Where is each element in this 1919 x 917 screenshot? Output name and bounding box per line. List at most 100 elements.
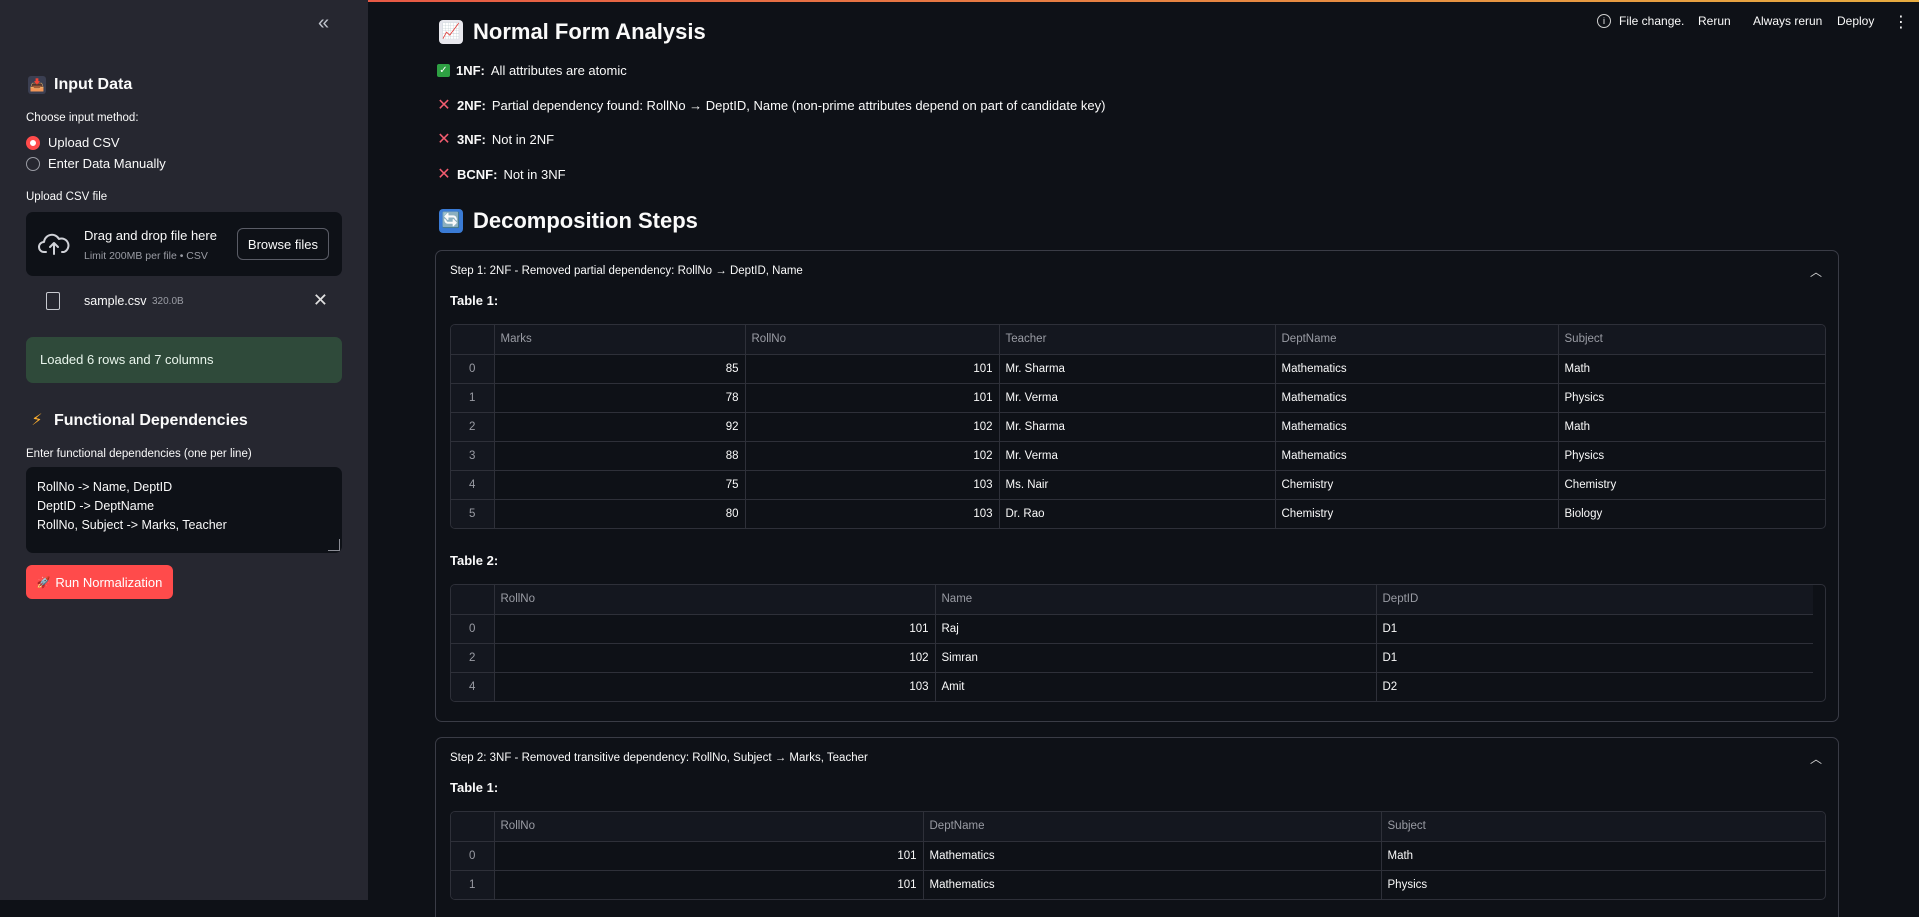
table-cell[interactable]: Math bbox=[1381, 841, 1825, 871]
remove-file-icon[interactable]: ✕ bbox=[313, 290, 328, 311]
table-cell[interactable]: Mathematics bbox=[1275, 412, 1559, 442]
table-cell[interactable]: 102 bbox=[745, 412, 1000, 442]
table-cell[interactable]: Physics bbox=[1558, 383, 1825, 413]
chevron-up-icon[interactable]: ︿ bbox=[1810, 750, 1822, 767]
run-normalization-button[interactable]: 🚀 Run Normalization bbox=[26, 565, 173, 599]
table-cell[interactable]: Physics bbox=[1381, 870, 1825, 899]
table-cell[interactable]: 101 bbox=[745, 354, 1000, 384]
table-cell[interactable]: 88 bbox=[494, 441, 746, 471]
table-cell[interactable]: 101 bbox=[494, 870, 924, 899]
table-cell[interactable]: Mr. Verma bbox=[999, 383, 1276, 413]
table-cell[interactable]: Raj bbox=[935, 614, 1377, 644]
radio-selected-icon[interactable] bbox=[26, 135, 40, 150]
table1-title: Table 1: bbox=[450, 780, 499, 795]
column-header[interactable]: Name bbox=[935, 585, 1377, 615]
step2-table1[interactable]: RollNo DeptName Subject 0 101 Mathematics M… bbox=[450, 811, 1826, 900]
nf1-result: ✓ 1NF: All attributes are atomic bbox=[437, 63, 627, 78]
functional-dependencies-heading: ⚡ Functional Dependencies bbox=[28, 412, 247, 430]
chevron-up-icon[interactable]: ︿ bbox=[1810, 263, 1822, 280]
radio-label: Upload CSV bbox=[48, 135, 120, 150]
column-header[interactable]: Marks bbox=[494, 325, 746, 355]
info-icon: i bbox=[1597, 14, 1611, 28]
table-cell[interactable]: 92 bbox=[494, 412, 746, 442]
table-cell[interactable]: D1 bbox=[1376, 614, 1813, 644]
file-size: 320.0B bbox=[152, 296, 184, 307]
table-cell[interactable]: 78 bbox=[494, 383, 746, 413]
inbox-tray-icon: 📥 bbox=[28, 76, 46, 94]
index-header bbox=[451, 585, 495, 615]
table-row: 4 75 103 Ms. Nair Chemistry Chemistry bbox=[451, 470, 1825, 500]
table-cell[interactable]: D1 bbox=[1376, 643, 1813, 673]
table-cell[interactable]: Math bbox=[1558, 354, 1825, 384]
table-cell[interactable]: 103 bbox=[745, 470, 1000, 500]
table-cell[interactable]: D2 bbox=[1376, 672, 1813, 701]
always-rerun-button[interactable]: Always rerun bbox=[1753, 14, 1822, 28]
row-index: 1 bbox=[451, 870, 495, 899]
table-cell[interactable]: Dr. Rao bbox=[999, 499, 1276, 528]
table-cell[interactable]: 75 bbox=[494, 470, 746, 500]
column-header[interactable]: Teacher bbox=[999, 325, 1276, 355]
step1-table2[interactable]: RollNo Name DeptID 0 101 Raj D1 2 102 Simran D… bbox=[450, 584, 1826, 702]
table-header-row: RollNo DeptName Subject bbox=[451, 812, 1825, 842]
deploy-button[interactable]: Deploy bbox=[1837, 14, 1874, 28]
table-cell[interactable]: Math bbox=[1558, 412, 1825, 442]
collapse-sidebar-icon[interactable]: « bbox=[318, 12, 329, 35]
file-change-notice: i File change. bbox=[1597, 14, 1684, 28]
uploaded-file-row: sample.csv 320.0B ✕ bbox=[26, 290, 342, 316]
step1-header[interactable]: Step 1: 2NF - Removed partial dependency… bbox=[450, 265, 803, 277]
browse-files-button[interactable]: Browse files bbox=[236, 228, 329, 260]
table-cell[interactable]: 85 bbox=[494, 354, 746, 384]
table-cell[interactable]: Mathematics bbox=[1275, 383, 1559, 413]
bcnf-result: ✕ BCNF: Not in 3NF bbox=[437, 167, 565, 183]
table-cell[interactable]: Mr. Sharma bbox=[999, 354, 1276, 384]
table-cell[interactable]: 103 bbox=[494, 672, 936, 701]
table-cell[interactable]: Chemistry bbox=[1275, 499, 1559, 528]
step2-header[interactable]: Step 2: 3NF - Removed transitive depende… bbox=[450, 752, 868, 764]
input-data-heading: 📥 Input Data bbox=[28, 76, 132, 94]
column-header[interactable]: DeptName bbox=[1275, 325, 1559, 355]
table-cell[interactable]: Physics bbox=[1558, 441, 1825, 471]
table-cell[interactable]: Chemistry bbox=[1558, 470, 1825, 500]
table-cell[interactable]: Mr. Sharma bbox=[999, 412, 1276, 442]
rerun-button[interactable]: Rerun bbox=[1698, 14, 1731, 28]
table-cell[interactable]: 80 bbox=[494, 499, 746, 528]
resize-handle-icon[interactable] bbox=[328, 539, 340, 551]
column-header[interactable]: DeptName bbox=[923, 812, 1382, 842]
nf2-key: 2NF: bbox=[457, 98, 486, 113]
column-header[interactable]: Subject bbox=[1381, 812, 1825, 842]
table-cell[interactable]: Biology bbox=[1558, 499, 1825, 528]
step1-table1[interactable]: Marks RollNo Teacher DeptName Subject 08… bbox=[450, 324, 1826, 529]
table-cell[interactable]: Amit bbox=[935, 672, 1377, 701]
table-cell[interactable]: Ms. Nair bbox=[999, 470, 1276, 500]
table-cell[interactable]: Mathematics bbox=[923, 870, 1382, 899]
decomposition-title: Decomposition Steps bbox=[473, 208, 698, 233]
column-header[interactable]: RollNo bbox=[494, 812, 924, 842]
column-header[interactable]: RollNo bbox=[494, 585, 936, 615]
table-cell[interactable]: Chemistry bbox=[1275, 470, 1559, 500]
radio-upload-csv[interactable]: Upload CSV bbox=[26, 135, 120, 150]
table-cell[interactable]: Mathematics bbox=[923, 841, 1382, 871]
nf3-text: Not in 2NF bbox=[491, 132, 555, 147]
table-cell[interactable]: 102 bbox=[745, 441, 1000, 471]
table-cell[interactable]: 103 bbox=[745, 499, 1000, 528]
table-row: 1 78 101 Mr. Verma Mathematics Physics bbox=[451, 383, 1825, 413]
table-cell[interactable]: Mathematics bbox=[1275, 441, 1559, 471]
table-cell[interactable]: Mr. Verma bbox=[999, 441, 1276, 471]
table-header-row: Marks RollNo Teacher DeptName Subject bbox=[451, 325, 1825, 355]
column-header[interactable]: RollNo bbox=[745, 325, 1000, 355]
table-row: 2 92 102 Mr. Sharma Mathematics Math bbox=[451, 412, 1825, 442]
column-header[interactable]: Subject bbox=[1558, 325, 1825, 355]
main-menu-icon[interactable]: ⋮ bbox=[1893, 12, 1909, 32]
radio-label: Enter Data Manually bbox=[48, 156, 166, 171]
column-header[interactable]: DeptID bbox=[1376, 585, 1813, 615]
table-cell[interactable]: 101 bbox=[494, 841, 924, 871]
table-cell[interactable]: 102 bbox=[494, 643, 936, 673]
file-dropzone[interactable]: Drag and drop file here Limit 200MB per … bbox=[26, 212, 342, 276]
radio-unselected-icon[interactable] bbox=[26, 156, 40, 171]
table-cell[interactable]: Simran bbox=[935, 643, 1377, 673]
radio-enter-manually[interactable]: Enter Data Manually bbox=[26, 156, 166, 171]
table-cell[interactable]: 101 bbox=[494, 614, 936, 644]
table-cell[interactable]: 101 bbox=[745, 383, 1000, 413]
fd-textarea[interactable]: RollNo -> Name, DeptID DeptID -> DeptNam… bbox=[26, 467, 342, 553]
table-cell[interactable]: Mathematics bbox=[1275, 354, 1559, 384]
